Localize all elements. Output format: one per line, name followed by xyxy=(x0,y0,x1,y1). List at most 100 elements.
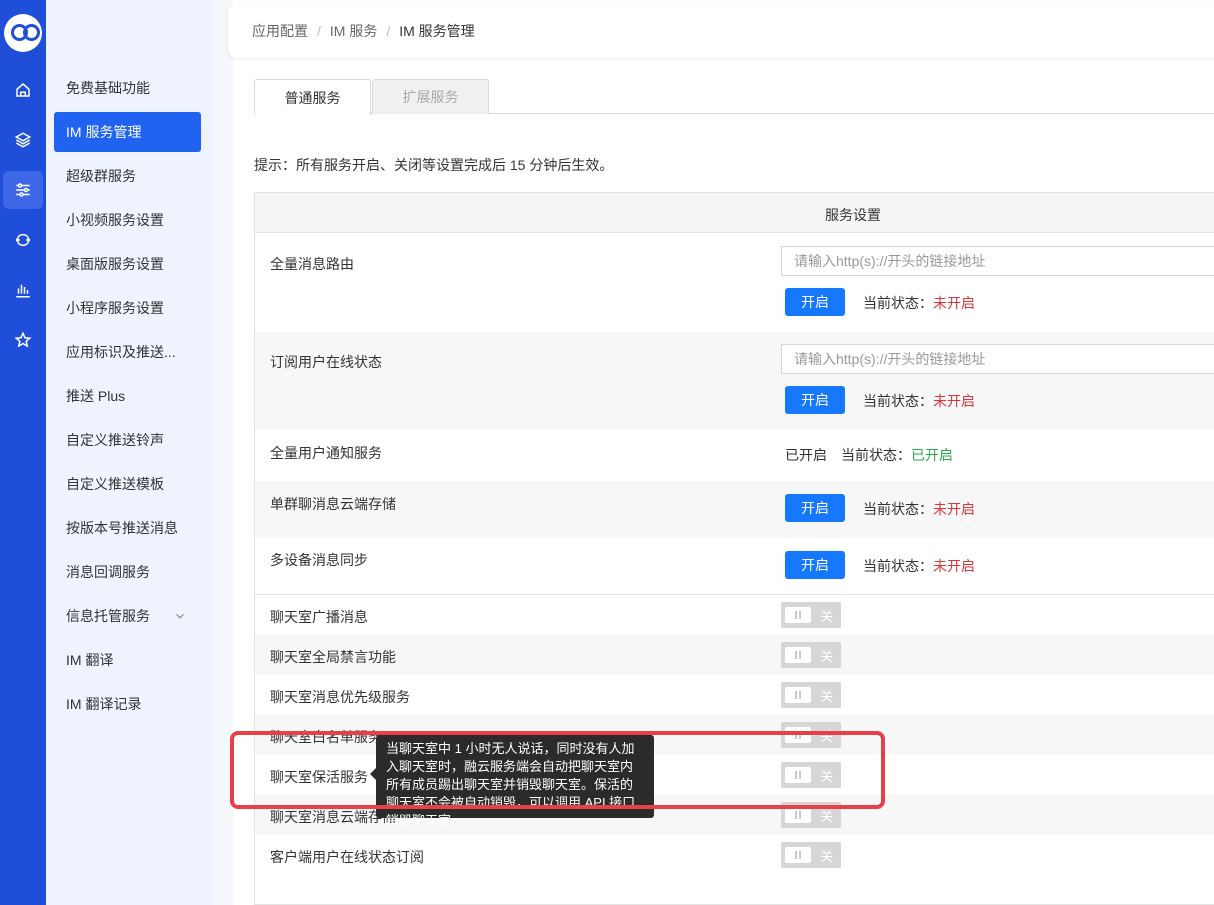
breadcrumb-separator: / xyxy=(386,23,391,39)
row-label: 全量用户通知服务 xyxy=(270,445,382,461)
sidebar-item-label: 超级群服务 xyxy=(66,168,136,184)
sidebar-item-im-translate[interactable]: IM 翻译 xyxy=(54,640,201,680)
enable-button[interactable]: 开启 xyxy=(785,494,845,522)
sidebar-item-push-template[interactable]: 自定义推送模板 xyxy=(54,464,201,504)
table-row: 订阅用户在线状态 请输入http(s)://开头的链接地址 开启 当前状态：未开… xyxy=(255,332,1214,430)
table-row: 全量用户通知服务 已开启 当前状态：已开启 xyxy=(255,430,1214,481)
row-label: 多设备消息同步 xyxy=(270,552,368,568)
opened-label: 已开启 xyxy=(785,447,827,463)
row-label: 订阅用户在线状态 xyxy=(270,354,382,370)
sidebar-item-version-push[interactable]: 按版本号推送消息 xyxy=(54,508,201,548)
layers-icon[interactable] xyxy=(3,121,43,159)
hint-text: 提示：所有服务开启、关闭等设置完成后 15 分钟后生效。 xyxy=(254,157,614,173)
toggle-label: 关 xyxy=(820,849,834,864)
sidebar-item-translate-log[interactable]: IM 翻译记录 xyxy=(54,684,201,724)
status-prefix: 当前状态： xyxy=(863,295,933,311)
sidebar-item-label: 信息托管服务 xyxy=(66,608,150,624)
cycle-icon[interactable] xyxy=(3,221,43,259)
sidebar-item-label: 应用标识及推送... xyxy=(66,344,176,360)
table-row: 单群聊消息云端存储 开启 当前状态：未开启 xyxy=(255,481,1214,538)
enable-button[interactable]: 开启 xyxy=(785,288,845,316)
toggle-switch[interactable]: 关 xyxy=(781,842,841,868)
table-header-label: 服务设置 xyxy=(825,207,881,223)
sliders-icon[interactable] xyxy=(3,171,43,209)
status-text: 当前状态：已开启 xyxy=(841,445,953,465)
toggle-switch[interactable]: 关 xyxy=(781,602,841,628)
status-text: 当前状态：未开启 xyxy=(863,293,975,313)
toggle-knob xyxy=(785,607,811,623)
breadcrumb: 应用配置 / IM 服务 / IM 服务管理 xyxy=(228,4,1214,58)
table-row: 全量消息路由 请输入http(s)://开头的链接地址 开启 当前状态：未开启 xyxy=(255,234,1214,332)
toggle-label: 关 xyxy=(820,609,834,624)
sidebar-item-short-video[interactable]: 小视频服务设置 xyxy=(54,200,201,240)
sidebar-item-super-group[interactable]: 超级群服务 xyxy=(54,156,201,196)
sidebar-item-label: 按版本号推送消息 xyxy=(66,520,178,536)
sidebar-item-label: IM 翻译记录 xyxy=(66,696,142,712)
home-icon[interactable] xyxy=(3,71,43,109)
sidebar-item-label: 小程序服务设置 xyxy=(66,300,164,316)
sidebar-item-label: 小视频服务设置 xyxy=(66,212,164,228)
status-value: 已开启 xyxy=(911,447,953,463)
sidebar-item-mini-program[interactable]: 小程序服务设置 xyxy=(54,288,201,328)
breadcrumb-item[interactable]: 应用配置 xyxy=(252,21,308,41)
status-text: 当前状态：未开启 xyxy=(863,556,975,576)
tab-extended-service[interactable]: 扩展服务 xyxy=(372,79,489,114)
table-row: 客户端用户在线状态订阅 关 xyxy=(255,835,1214,875)
status-text: 当前状态：未开启 xyxy=(863,499,975,519)
breadcrumb-current: IM 服务管理 xyxy=(399,23,475,39)
bar-chart-icon[interactable] xyxy=(3,271,43,309)
highlight-box xyxy=(230,731,885,809)
sidebar-item-push-plus[interactable]: 推送 Plus xyxy=(54,376,201,416)
sidebar-item-label: 自定义推送铃声 xyxy=(66,432,164,448)
toggle-knob xyxy=(785,687,811,703)
status-prefix: 当前状态： xyxy=(863,501,933,517)
table-row: 多设备消息同步 开启 当前状态：未开启 xyxy=(255,538,1214,594)
status-value: 未开启 xyxy=(933,295,975,311)
sidebar-item-push-ringtone[interactable]: 自定义推送铃声 xyxy=(54,420,201,460)
status-value: 未开启 xyxy=(933,558,975,574)
table-row: 聊天室消息优先级服务 关 xyxy=(255,675,1214,715)
table-row: 聊天室全局禁言功能 关 xyxy=(255,635,1214,675)
table-row: 聊天室广播消息 关 xyxy=(255,595,1214,635)
toggle-knob xyxy=(785,647,811,663)
sidebar-item-app-id-push[interactable]: 应用标识及推送... xyxy=(54,332,201,372)
sidebar-item-label: IM 服务管理 xyxy=(66,124,142,140)
tab-normal-service[interactable]: 普通服务 xyxy=(254,79,371,115)
logo-icon[interactable] xyxy=(4,14,42,52)
toggle-label: 关 xyxy=(820,689,834,704)
status-prefix: 当前状态： xyxy=(841,447,911,463)
toggle-knob xyxy=(785,807,811,823)
status-prefix: 当前状态： xyxy=(863,558,933,574)
row-label: 聊天室消息优先级服务 xyxy=(270,689,410,705)
enable-button[interactable]: 开启 xyxy=(785,386,845,414)
row-label: 客户端用户在线状态订阅 xyxy=(270,849,424,865)
icon-rail xyxy=(0,0,46,905)
status-prefix: 当前状态： xyxy=(863,393,933,409)
sidebar-item-label: 消息回调服务 xyxy=(66,564,150,580)
sidebar-item-label: 推送 Plus xyxy=(66,388,126,404)
sidebar-item-hosting[interactable]: 信息托管服务 xyxy=(54,596,201,636)
toggle-label: 关 xyxy=(820,649,834,664)
row-label: 聊天室全局禁言功能 xyxy=(270,649,396,665)
sidebar-item-desktop[interactable]: 桌面版服务设置 xyxy=(54,244,201,284)
sidebar-item-label: IM 翻译 xyxy=(66,652,114,668)
subscribe-url-input[interactable]: 请输入http(s)://开头的链接地址 xyxy=(781,344,1214,374)
chevron-down-icon xyxy=(176,613,184,619)
sidebar-item-im-service[interactable]: IM 服务管理 xyxy=(54,112,201,152)
service-tabs: 普通服务 扩展服务 xyxy=(254,79,1214,115)
sidebar-item-callback[interactable]: 消息回调服务 xyxy=(54,552,201,592)
status-value: 未开启 xyxy=(933,393,975,409)
enable-button[interactable]: 开启 xyxy=(785,551,845,579)
sidebar-item-label: 自定义推送模板 xyxy=(66,476,164,492)
route-url-input[interactable]: 请输入http(s)://开头的链接地址 xyxy=(781,246,1214,276)
star-icon[interactable] xyxy=(3,321,43,359)
sidebar-item-label: 桌面版服务设置 xyxy=(66,256,164,272)
row-label: 全量消息路由 xyxy=(270,256,354,272)
breadcrumb-separator: / xyxy=(317,23,321,39)
toggle-switch[interactable]: 关 xyxy=(781,682,841,708)
status-value: 未开启 xyxy=(933,501,975,517)
status-text: 当前状态：未开启 xyxy=(863,391,975,411)
sidebar-item-free-basic[interactable]: 免费基础功能 xyxy=(54,68,201,108)
toggle-switch[interactable]: 关 xyxy=(781,642,841,668)
breadcrumb-item[interactable]: IM 服务 xyxy=(330,21,377,41)
